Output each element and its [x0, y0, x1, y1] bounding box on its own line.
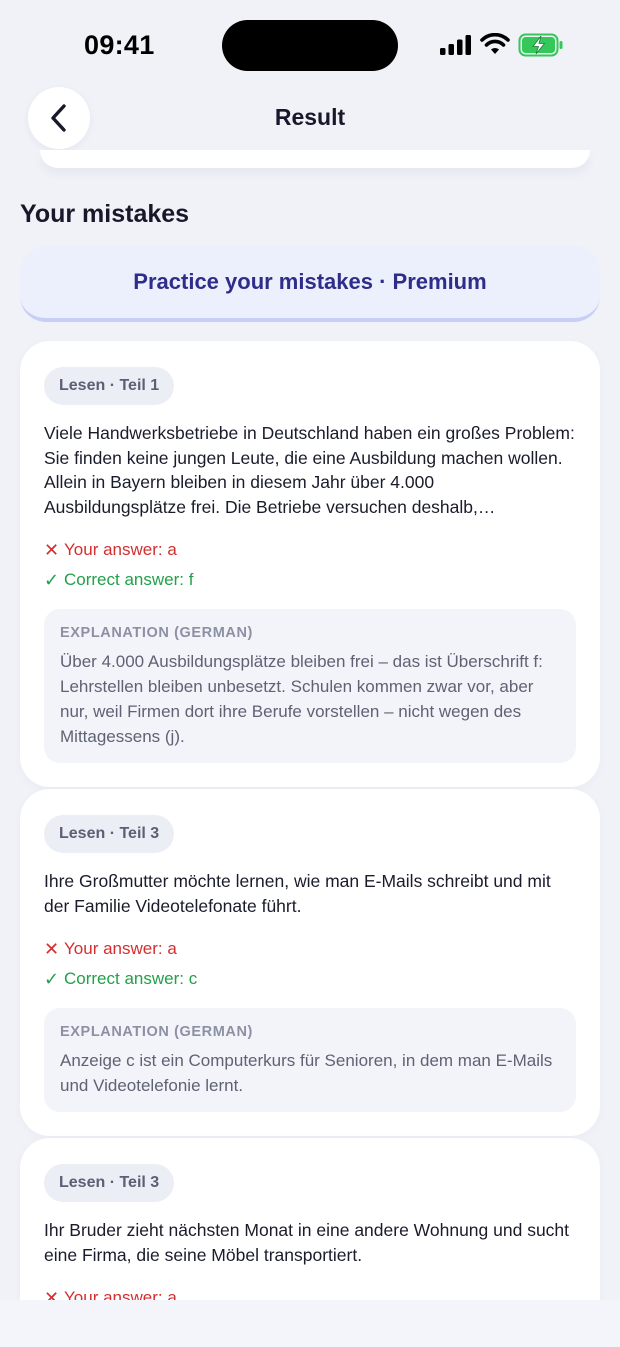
correct-answer: ✓ Correct answer: f [44, 565, 576, 595]
check-icon: ✓ [44, 569, 60, 590]
your-answer-text: Your answer: a [64, 939, 177, 958]
explanation-label: EXPLANATION (GERMAN) [60, 1024, 253, 1040]
correct-answer-text: Correct answer: c [64, 969, 198, 988]
status-time: 09:41 [84, 30, 155, 60]
explanation-label: EXPLANATION (GERMAN) [60, 625, 253, 641]
explanation-text: Anzeige c ist ein Computerkurs für Senio… [60, 1051, 553, 1095]
section-tag: Lesen · Teil 3 [44, 1164, 175, 1202]
correct-answer-text: Correct answer: f [64, 570, 194, 589]
previous-card-edge [40, 150, 590, 168]
cross-icon: ✕ [44, 938, 60, 959]
results-scroll-area[interactable]: Your mistakes Practice your mistakes · P… [0, 150, 620, 1300]
explanation-text: Über 4.000 Ausbildungsplätze bleiben fre… [60, 652, 543, 746]
your-answer: ✕ Your answer: a [44, 1283, 576, 1301]
mistake-card: Lesen · Teil 1 Viele Handwerksbetriebe i… [20, 341, 600, 787]
practice-mistakes-button[interactable]: Practice your mistakes · Premium [20, 246, 600, 322]
explanation-box: EXPLANATION (GERMAN) Anzeige c ist ein C… [44, 1008, 576, 1112]
wifi-icon [480, 33, 510, 54]
your-answer: ✕ Your answer: a [44, 934, 576, 964]
question-text: Ihr Bruder zieht nächsten Monat in eine … [44, 1220, 570, 1265]
mistake-card: Lesen · Teil 3 Ihr Bruder zieht nächsten… [20, 1138, 600, 1300]
your-answer-text: Your answer: a [64, 1288, 177, 1300]
battery-charging-icon [518, 33, 563, 57]
dynamic-island [222, 20, 398, 71]
section-title: Your mistakes [20, 200, 190, 228]
status-bar: 09:41 [0, 0, 620, 90]
section-tag: Lesen · Teil 1 [44, 367, 175, 405]
section-tag: Lesen · Teil 3 [44, 815, 175, 853]
cellular-signal-icon [440, 35, 471, 55]
page-title: Result [274, 104, 346, 130]
cross-icon: ✕ [44, 539, 60, 560]
question-text: Viele Handwerksbetriebe in Deutschland h… [44, 423, 575, 517]
mistake-card: Lesen · Teil 3 Ihre Großmutter möchte le… [20, 789, 600, 1136]
bottom-safe-area [0, 1300, 620, 1347]
question-text: Ihre Großmutter möchte lernen, wie man E… [44, 871, 551, 916]
explanation-box: EXPLANATION (GERMAN) Über 4.000 Ausbildu… [44, 609, 576, 763]
cross-icon: ✕ [44, 1287, 60, 1301]
correct-answer: ✓ Correct answer: c [44, 964, 576, 994]
your-answer: ✕ Your answer: a [44, 535, 576, 565]
your-answer-text: Your answer: a [64, 540, 177, 559]
check-icon: ✓ [44, 968, 60, 989]
